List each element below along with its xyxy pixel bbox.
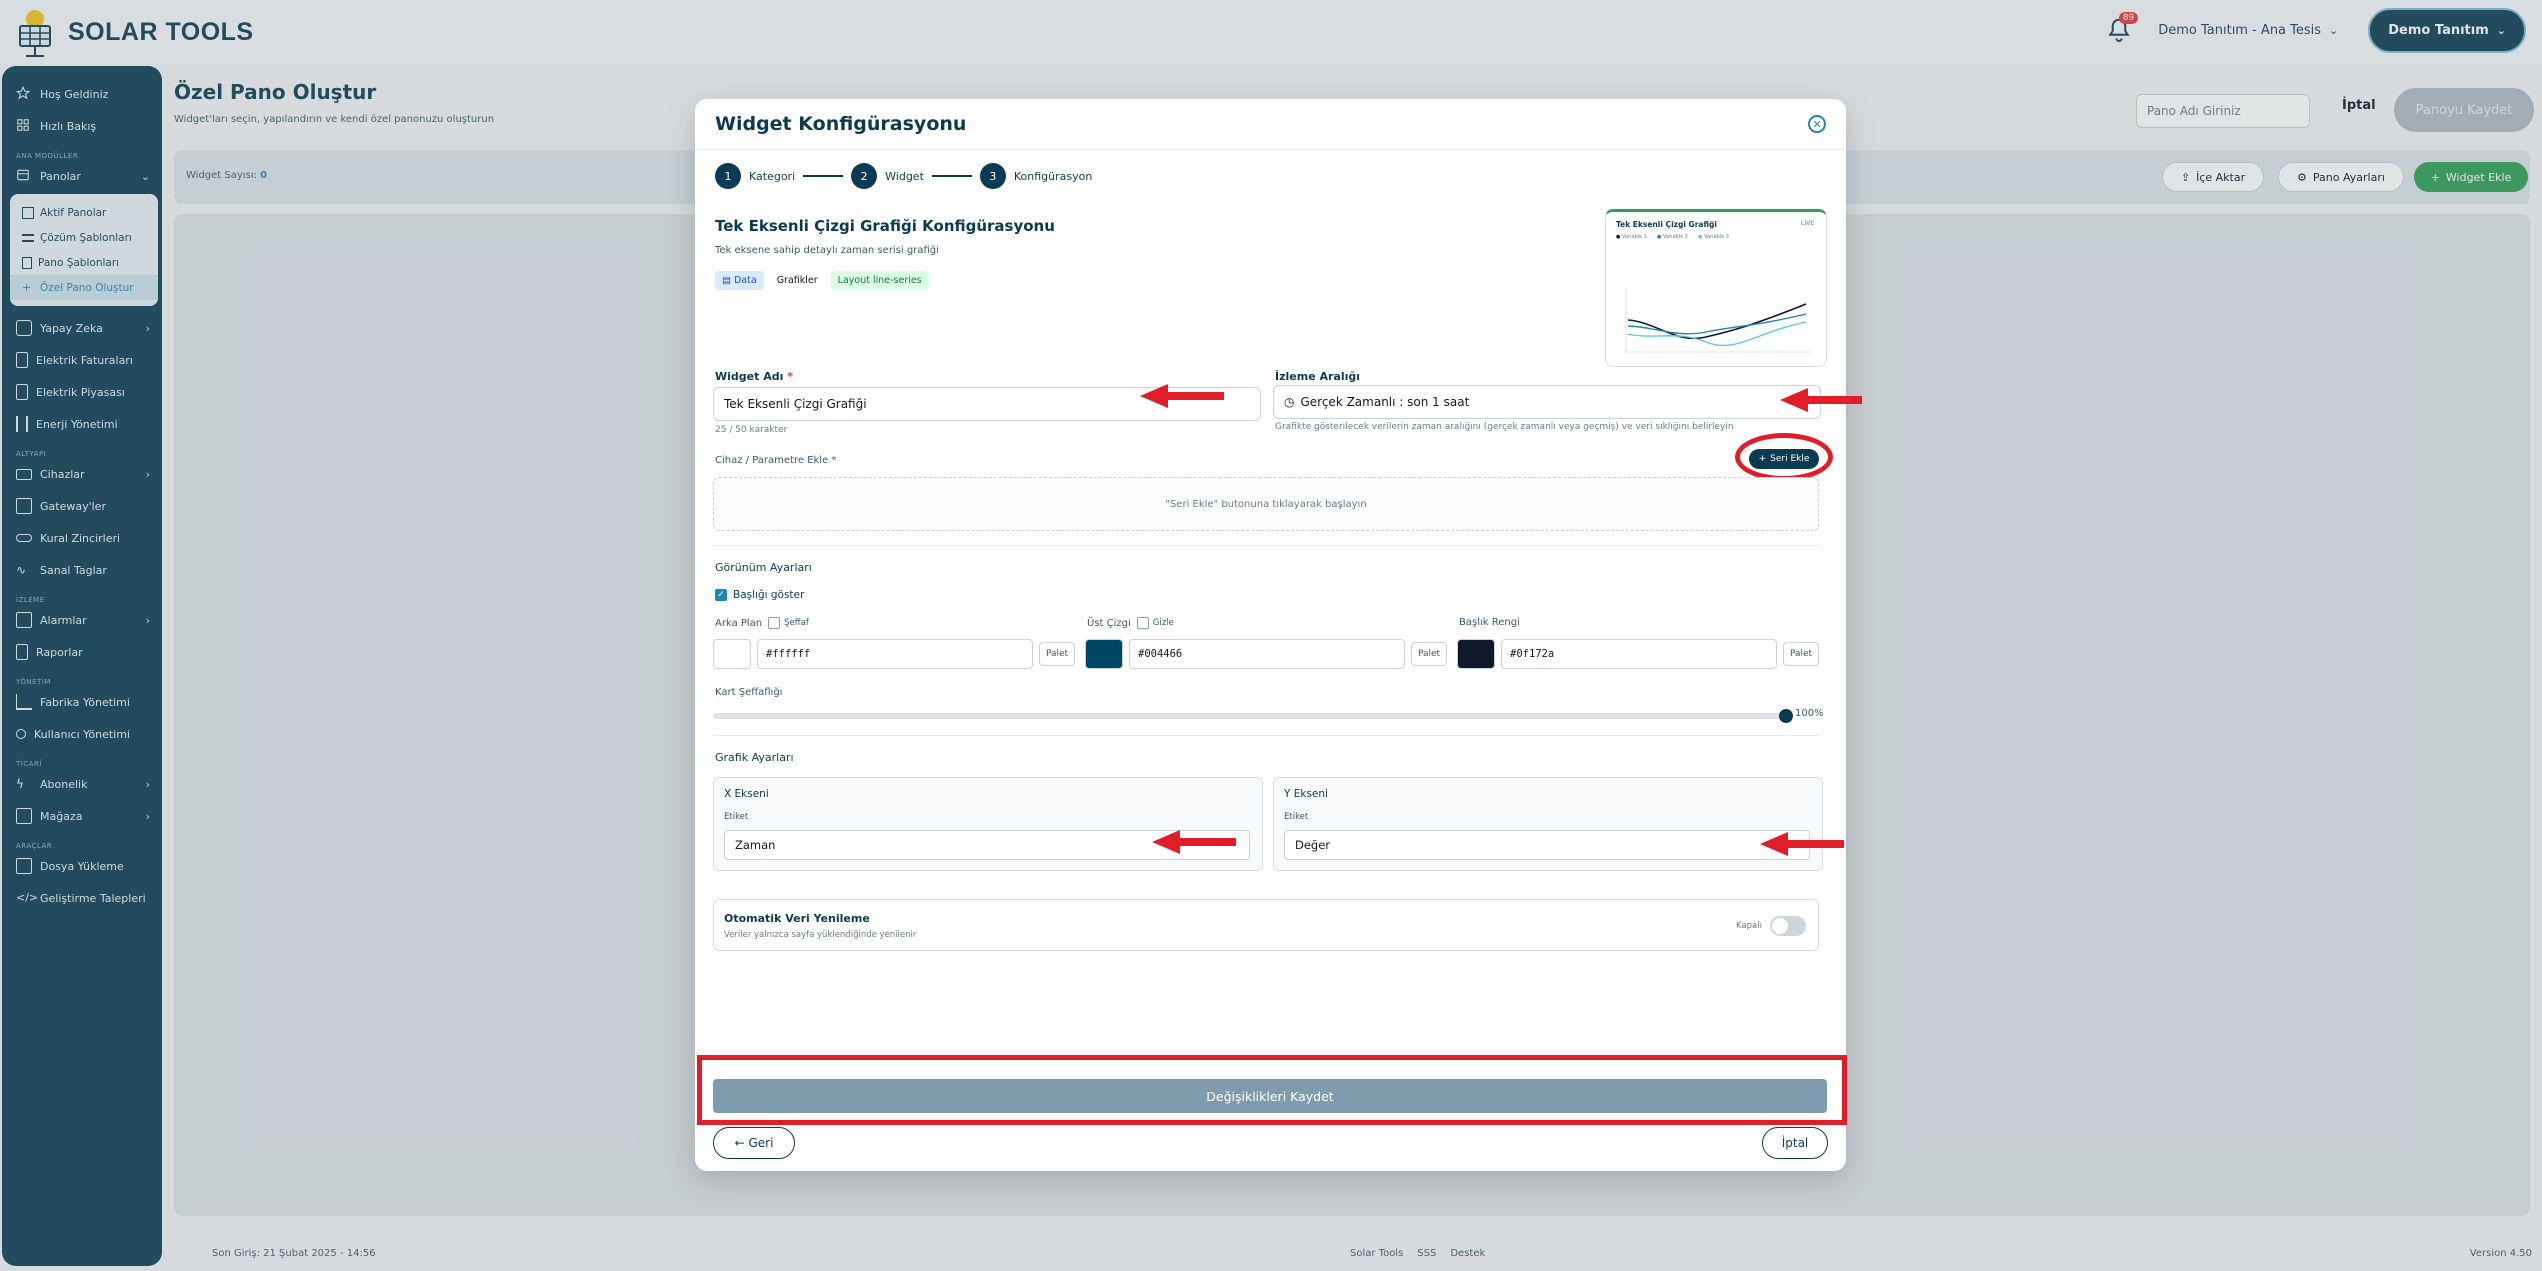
divider [713,735,1819,736]
tag-charts: Grafikler [769,271,825,290]
hide-label: Gizle [1152,618,1174,628]
close-icon[interactable]: ✕ [1808,115,1826,133]
label-text: Widget Adı [715,370,784,383]
legend-item: ● Variable 2 [1656,234,1688,240]
title-color-row: #0f172a Palet [1457,639,1819,669]
step-label: Konfigürasyon [1013,169,1093,183]
transparent-label: Şeffaf [784,618,809,628]
legend-label: Variable 2 [1662,234,1688,240]
stepper: 1 Kategori 2 Widget 3 Konfigürasyon [715,163,1100,189]
range-label: İzleme Aralığı [1275,370,1361,383]
range-value: Gerçek Zamanlı : son 1 saat [1300,395,1470,409]
y-axis-label-caption: Etiket [1284,812,1309,822]
tag-layout: Layout line-series [830,271,929,290]
range-hint: Grafikte gösterilecek verilerin zaman ar… [1275,422,1734,432]
auto-refresh-title: Otomatik Veri Yenileme [724,912,870,925]
legend-label: Variable 1 [1621,234,1647,240]
annotation-arrow-icon [1760,832,1844,856]
tag-label: Data [734,275,757,286]
divider [713,545,1819,546]
slider-thumb[interactable] [1779,709,1793,723]
bg-color-row: #ffffff Palet [713,639,1075,669]
view-settings-title: Görünüm Ayarları [715,561,812,574]
tag-list: ▤ Data Grafikler Layout line-series [715,271,929,290]
y-axis-title: Y Ekseni [1284,788,1328,800]
opacity-slider[interactable] [713,709,1793,723]
top-line-label: Üst Çizgi [1087,617,1131,629]
preview-legend: ● Variable 1 ● Variable 2 ● Variable 3 [1616,234,1729,240]
palette-button[interactable]: Palet [1039,642,1075,666]
checkbox-label: Başlığı göster [733,589,805,601]
step-connector [931,175,972,177]
opacity-label: Kart Şeffaflığı [715,687,783,698]
widget-name-label: Widget Adı * [715,370,793,383]
step-connector [803,175,844,177]
auto-refresh-subtitle: Veriler yalnızca sayfa yüklendiğinde yen… [724,930,917,940]
step-number[interactable]: 1 [715,163,741,189]
title-color-label: Başlık Rengi [1459,617,1520,628]
palette-button[interactable]: Palet [1411,642,1447,666]
divider [695,149,1846,150]
monitoring-range-select[interactable]: ◷ Gerçek Zamanlı : son 1 saat [1273,385,1821,419]
label-text: Cihaz / Parametre Ekle [715,455,829,466]
bg-color-input[interactable]: #ffffff [757,639,1033,669]
series-dropzone[interactable]: "Seri Ekle" butonuna tıklayarak başlayın [713,477,1819,531]
preview-line-chart [1625,287,1811,353]
annotation-arrow-icon [1780,388,1862,412]
check-icon: ✓ [715,589,727,601]
annotation-arrow-icon [1152,830,1236,854]
step-number[interactable]: 3 [979,163,1006,189]
annotation-arrow-icon [1140,384,1224,408]
bg-label-row: Arka Plan Şeffaf [715,617,809,629]
top-line-color-row: #004466 Palet [1085,639,1447,669]
clock-icon: ◷ [1284,395,1295,409]
auto-refresh-state: Kapalı [1736,921,1762,931]
bg-label: Arka Plan [715,617,763,629]
y-axis-label-input[interactable]: Değer [1284,830,1810,860]
widget-config-modal: Widget Konfigürasyonu ✕ 1 Kategori 2 Wid… [695,99,1847,1171]
palette-button[interactable]: Palet [1783,642,1819,666]
top-line-color-swatch[interactable] [1085,639,1123,669]
config-title: Tek Eksenli Çizgi Grafiği Konfigürasyonu [715,217,1055,235]
show-title-checkbox[interactable]: ✓ Başlığı göster [715,589,804,601]
highlight-circle [1735,433,1833,481]
legend-item: ● Variable 3 [1697,234,1729,240]
tag-data: ▤ Data [715,271,764,290]
top-line-label-row: Üst Çizgi Gizle [1087,617,1174,629]
config-description: Tek eksene sahip detaylı zaman serisi gr… [715,245,939,256]
step-label: Kategori [749,169,796,183]
x-axis-card: X Ekseni Etiket Zaman [713,777,1263,871]
hide-checkbox[interactable] [1136,617,1149,629]
required-marker: * [831,455,837,466]
y-axis-card: Y Ekseni Etiket Değer [1273,777,1823,871]
legend-label: Variable 3 [1703,234,1729,240]
step-label: Widget [885,169,924,183]
cancel-button[interactable]: İptal [1762,1127,1828,1159]
opacity-value: 100% [1795,708,1824,719]
bg-color-swatch[interactable] [713,639,751,669]
back-button[interactable]: ← Geri [713,1127,795,1159]
title-color-input[interactable]: #0f172a [1501,639,1777,669]
highlight-box [697,1055,1847,1125]
title-color-swatch[interactable] [1457,639,1495,669]
live-badge: LIVE [1800,220,1814,227]
auto-refresh-toggle[interactable] [1770,916,1806,936]
char-counter: 25 / 50 karakter [715,425,788,435]
modal-title: Widget Konfigürasyonu [715,113,967,135]
widget-preview: Tek Eksenli Çizgi Grafiği LIVE ● Variabl… [1605,209,1827,367]
preview-title: Tek Eksenli Çizgi Grafiği [1616,220,1717,229]
graph-settings-title: Grafik Ayarları [715,751,794,764]
x-axis-label-caption: Etiket [724,812,749,822]
step-number[interactable]: 2 [851,163,878,189]
top-line-color-input[interactable]: #004466 [1129,639,1405,669]
auto-refresh-card: Otomatik Veri Yenileme Veriler yalnızca … [713,899,1819,951]
legend-item: ● Variable 1 [1616,234,1647,240]
x-axis-title: X Ekseni [724,788,769,800]
chart-icon: ▤ [722,275,734,286]
required-marker: * [787,370,793,383]
device-param-label: Cihaz / Parametre Ekle * [715,455,836,466]
transparent-checkbox[interactable] [768,617,781,629]
